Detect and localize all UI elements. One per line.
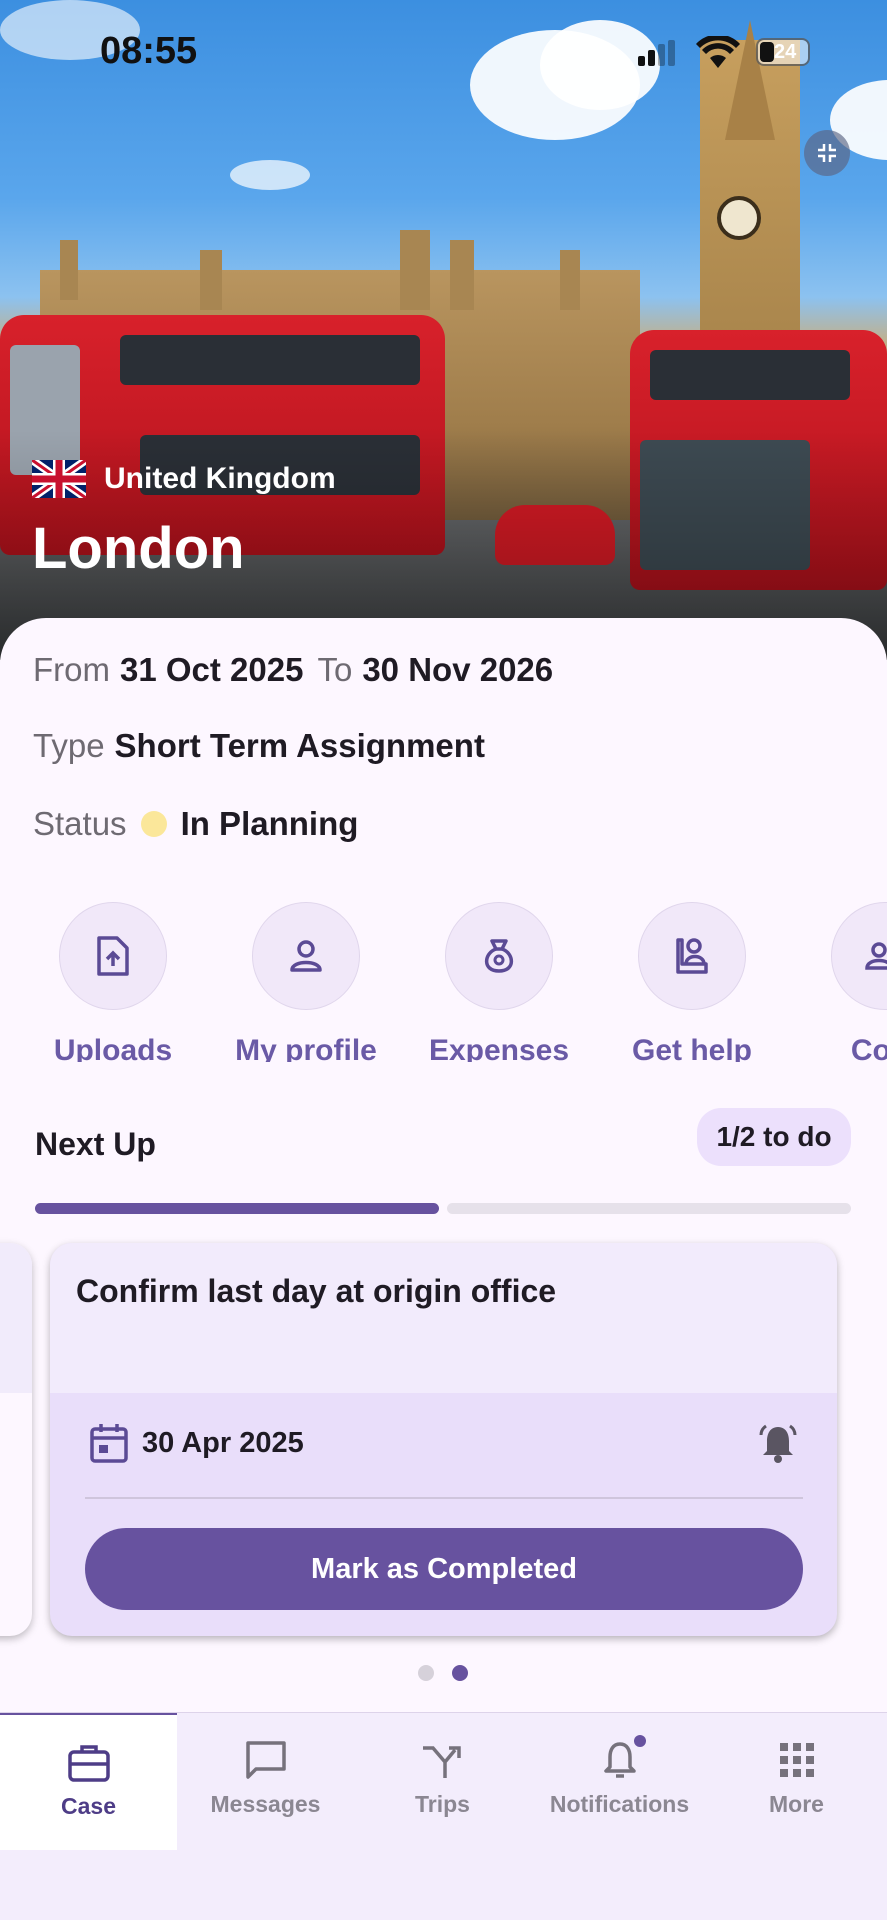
expenses-label: Expenses — [428, 1034, 570, 1062]
battery-level: 24 — [774, 41, 797, 63]
next-up-title: Next Up — [35, 1126, 156, 1162]
card-divider — [85, 1497, 803, 1499]
type-value: Short Term Assignment — [114, 727, 485, 764]
contacts-label: Cont — [850, 1034, 887, 1062]
battery-icon: 24 — [756, 38, 810, 66]
page-dot-1[interactable] — [418, 1665, 434, 1681]
grid-icon — [779, 1743, 814, 1777]
get-help-label: Get help — [631, 1034, 752, 1062]
status-time: 08:55 — [100, 30, 198, 72]
nav-more-label: More — [769, 1791, 824, 1817]
mark-completed-button[interactable]: Mark as Completed — [85, 1528, 803, 1610]
uploads-button[interactable]: Uploads — [18, 902, 208, 1062]
progress-track — [447, 1203, 851, 1214]
uk-flag-icon — [32, 460, 86, 498]
status-bar: 08:55 24 — [0, 0, 887, 110]
nav-messages-label: Messages — [210, 1791, 321, 1817]
to-label: To — [317, 651, 353, 688]
nav-more[interactable]: More — [708, 1713, 885, 1851]
nav-messages[interactable]: Messages — [177, 1713, 354, 1851]
nav-trips[interactable]: Trips — [354, 1713, 531, 1851]
to-value: 30 Nov 2026 — [362, 651, 554, 688]
progress-fill — [35, 1203, 439, 1214]
status-label: Status — [33, 805, 127, 842]
status-row: Status In Planning — [33, 805, 372, 843]
notification-badge — [633, 1735, 646, 1747]
uploads-label: Uploads — [53, 1034, 173, 1062]
page-dot-2[interactable] — [452, 1665, 468, 1681]
money-bag-icon — [484, 939, 514, 973]
contacts-button[interactable]: Cont — [790, 902, 887, 1062]
task-due-date: 30 Apr 2025 — [142, 1427, 304, 1459]
nav-notifications-label: Notifications — [549, 1791, 690, 1817]
from-label: From — [33, 651, 110, 688]
task-title: Confirm last day at origin office — [76, 1273, 557, 1309]
bottom-nav: Case Messages Trips Notifications More — [0, 1712, 887, 1851]
nav-notifications[interactable]: Notifications — [531, 1713, 708, 1851]
quick-actions: Uploads My profile Expenses Get help Co — [0, 902, 887, 1062]
bell-ring-icon[interactable] — [755, 1421, 801, 1467]
briefcase-icon — [67, 1745, 110, 1782]
nav-trips-label: Trips — [415, 1791, 470, 1817]
cellular-signal-icon — [638, 40, 675, 66]
gesture-area — [0, 1850, 887, 1920]
calendar-icon — [90, 1424, 128, 1463]
collapse-icon[interactable] — [804, 130, 850, 176]
wifi-icon — [696, 36, 740, 68]
status-dot — [140, 811, 167, 837]
city-title: London — [32, 516, 245, 581]
upload-file-icon — [97, 936, 129, 976]
route-icon — [422, 1746, 461, 1778]
from-value: 31 Oct 2025 — [120, 651, 304, 688]
country-name: United Kingdom — [104, 462, 336, 495]
country-label: United Kingdom — [32, 460, 336, 498]
nav-case-label: Case — [61, 1793, 116, 1819]
support-agent-icon — [676, 938, 708, 974]
status-value: In Planning — [180, 805, 359, 842]
expenses-button[interactable]: Expenses — [404, 902, 594, 1062]
bell-icon — [603, 1742, 636, 1778]
type-label: Type — [33, 727, 105, 764]
task-card[interactable]: Confirm last day at origin office 30 Apr… — [50, 1243, 837, 1636]
chat-icon — [245, 1741, 286, 1779]
todo-badge: 1/2 to do — [697, 1108, 851, 1166]
previous-task-card[interactable] — [0, 1243, 32, 1636]
get-help-button[interactable]: Get help — [597, 902, 787, 1062]
my-profile-button[interactable]: My profile — [211, 902, 401, 1062]
date-range-row: From 31 Oct 2025 To 30 Nov 2026 — [33, 651, 567, 689]
contacts-icon — [865, 942, 887, 970]
person-icon — [290, 940, 322, 972]
nav-case[interactable]: Case — [0, 1713, 177, 1851]
type-row: Type Short Term Assignment — [33, 727, 499, 765]
my-profile-label: My profile — [235, 1034, 377, 1062]
